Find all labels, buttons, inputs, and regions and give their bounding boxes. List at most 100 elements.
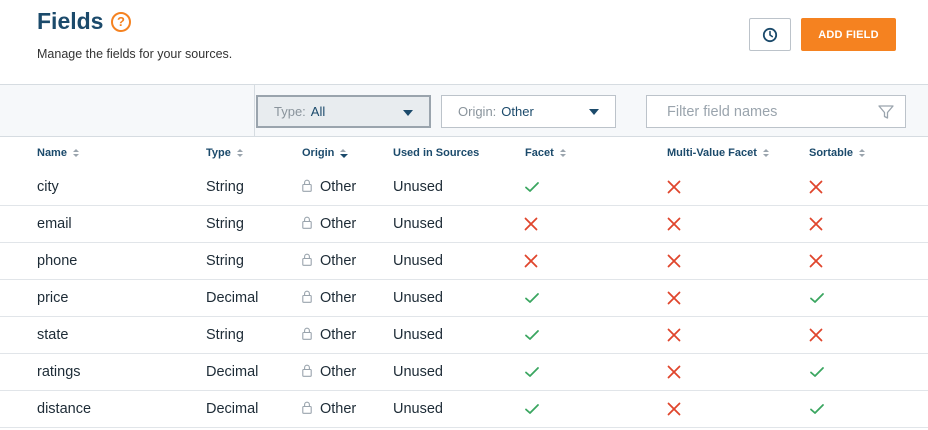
origin-filter-label: Origin: (458, 104, 497, 119)
field-name: phone (37, 253, 78, 269)
column-header-used-in-sources: Used in Sources (393, 147, 479, 159)
cross-icon (667, 291, 681, 305)
table-row[interactable]: price Decimal Other Unused (0, 280, 928, 317)
lock-icon (302, 216, 312, 233)
table-header: Name Type Origin Used in Sources Facet M… (0, 137, 928, 169)
field-multi-value-facet (667, 391, 681, 427)
table-row[interactable]: ratings Decimal Other Unused (0, 354, 928, 391)
history-button[interactable] (749, 18, 791, 51)
field-origin-label: Other (320, 179, 357, 195)
field-origin-label: Other (320, 327, 357, 343)
check-icon (809, 291, 825, 305)
page-header: Fields ? Manage the fields for your sour… (0, 0, 928, 84)
field-type: Decimal (206, 290, 259, 306)
column-header-label: Used in Sources (393, 147, 480, 159)
type-filter-dropdown[interactable]: Type: All (256, 95, 431, 128)
sort-icon (762, 149, 769, 157)
field-sortable (809, 243, 823, 279)
field-name: price (37, 290, 69, 306)
check-icon (809, 365, 825, 379)
table-row[interactable]: email String Other Unused (0, 206, 928, 243)
field-origin-label: Other (320, 364, 357, 380)
column-header-multi-value-facet[interactable]: Multi-Value Facet (667, 147, 769, 159)
column-header-type[interactable]: Type (206, 147, 243, 159)
field-multi-value-facet (667, 169, 681, 205)
sort-descending-icon (340, 148, 349, 158)
field-origin-label: Other (320, 253, 357, 269)
column-header-label: Multi-Value Facet (667, 147, 757, 159)
type-filter-label: Type: (274, 104, 306, 119)
field-sortable (809, 169, 823, 205)
field-multi-value-facet (667, 354, 681, 390)
field-name: state (37, 327, 69, 343)
column-header-facet[interactable]: Facet (525, 147, 566, 159)
column-header-label: Facet (525, 147, 554, 159)
add-field-button[interactable]: ADD FIELD (801, 18, 896, 51)
cross-icon (667, 254, 681, 268)
field-sortable (809, 206, 823, 242)
column-header-name[interactable]: Name (37, 147, 79, 159)
field-multi-value-facet (667, 243, 681, 279)
field-used-in-sources: Unused (393, 253, 443, 269)
check-icon (524, 180, 540, 194)
field-name: city (37, 179, 59, 195)
field-sortable (809, 354, 825, 390)
field-origin: Other (302, 243, 356, 279)
field-multi-value-facet (667, 206, 681, 242)
field-used-in-sources: Unused (393, 364, 443, 380)
origin-filter-value: Other (501, 104, 534, 119)
column-header-origin[interactable]: Origin (302, 147, 349, 159)
sort-icon (72, 149, 79, 157)
field-used-in-sources: Unused (393, 179, 443, 195)
field-facet (524, 391, 540, 427)
field-origin-label: Other (320, 401, 357, 417)
table-row[interactable]: city String Other Unused (0, 169, 928, 206)
field-facet (524, 317, 540, 353)
origin-filter-dropdown[interactable]: Origin: Other (441, 95, 616, 128)
table-row[interactable]: phone String Other Unused (0, 243, 928, 280)
filter-funnel-icon[interactable] (877, 103, 895, 121)
cross-icon (667, 328, 681, 342)
field-facet (524, 206, 538, 242)
field-origin: Other (302, 391, 356, 427)
column-header-sortable[interactable]: Sortable (809, 147, 866, 159)
column-header-label: Name (37, 147, 67, 159)
type-filter-value: All (310, 104, 326, 119)
cross-icon (809, 254, 823, 268)
check-icon (524, 291, 540, 305)
lock-icon (302, 253, 312, 270)
help-icon[interactable]: ? (111, 12, 131, 32)
field-sortable (809, 391, 825, 427)
field-type: String (206, 216, 244, 232)
field-type: String (206, 327, 244, 343)
table-row[interactable]: state String Other Unused (0, 317, 928, 354)
table-row[interactable]: distance Decimal Other Unused (0, 391, 928, 428)
field-type: Decimal (206, 364, 259, 380)
cross-icon (667, 365, 681, 379)
filter-bar: Type: All Origin: Other (0, 84, 928, 137)
filter-search-box (646, 95, 906, 128)
field-name: ratings (37, 364, 81, 380)
cross-icon (667, 217, 681, 231)
field-name: distance (37, 401, 92, 417)
chevron-down-icon (589, 109, 599, 115)
field-name: email (37, 216, 72, 232)
filter-field-names-input[interactable] (647, 96, 867, 127)
check-icon (524, 402, 540, 416)
cross-icon (809, 217, 823, 231)
cross-icon (524, 254, 538, 268)
field-used-in-sources: Unused (393, 216, 443, 232)
field-type: String (206, 253, 244, 269)
field-facet (524, 280, 540, 316)
page-subtitle: Manage the fields for your sources. (37, 47, 233, 61)
chevron-down-icon (403, 110, 413, 116)
field-type: Decimal (206, 401, 259, 417)
field-origin: Other (302, 169, 356, 205)
field-multi-value-facet (667, 280, 681, 316)
lock-icon (302, 364, 312, 381)
check-icon (524, 365, 540, 379)
cross-icon (524, 217, 538, 231)
sort-icon (236, 149, 243, 157)
column-header-label: Sortable (809, 147, 854, 159)
field-sortable (809, 317, 823, 353)
